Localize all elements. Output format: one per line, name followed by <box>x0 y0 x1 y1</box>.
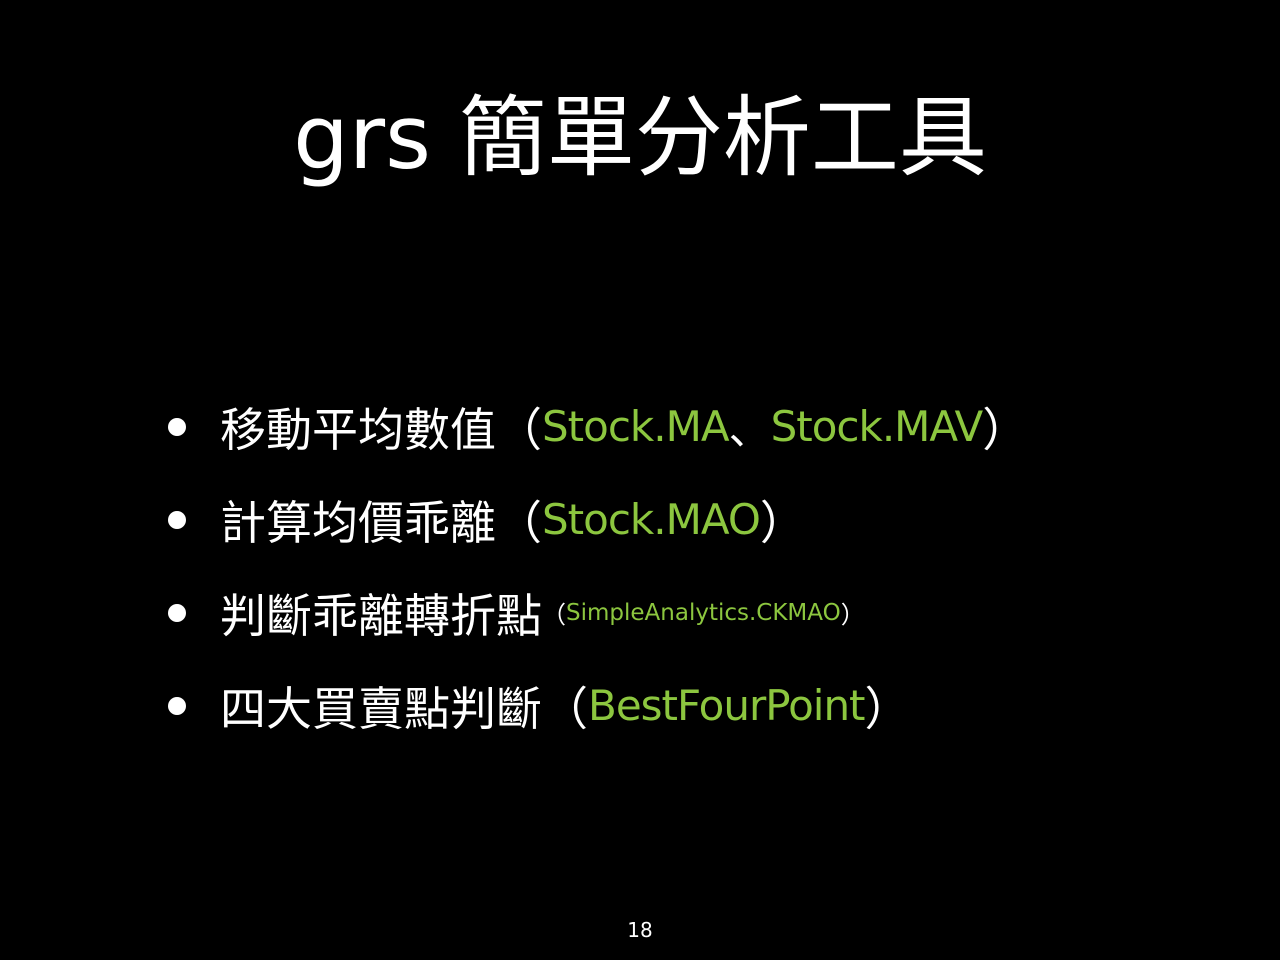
bullet-dot-icon <box>168 417 186 436</box>
bullet-text: 四大買賣點判斷 <box>220 681 542 736</box>
close-paren: ） <box>982 402 1029 457</box>
code-best-four-point: BestFourPoint <box>588 681 866 730</box>
close-paren: ） <box>840 601 865 629</box>
code-stock-mav: Stock.MAV <box>770 402 984 451</box>
code-stock-ma: Stock.MA <box>542 402 730 451</box>
bullet-item-price-deviation: 計算均價乖離 （ Stock.MAO ） <box>160 473 1260 566</box>
open-paren: （ <box>496 495 542 550</box>
open-paren: （ <box>542 681 588 736</box>
code-simple-analytics-ckmao: SimpleAnalytics.CKMAO <box>566 599 841 626</box>
slide: grs 簡單分析工具 移動平均數值 （ Stock.MA 、 Stock.MAV… <box>0 0 1280 960</box>
separator: 、 <box>728 405 771 454</box>
open-paren: （ <box>542 601 566 629</box>
slide-title: grs 簡單分析工具 <box>293 86 987 189</box>
bullet-item-turning-point: 判斷乖離轉折點 （ SimpleAnalytics.CKMAO ） <box>160 566 1260 659</box>
bullet-text: 計算均價乖離 <box>220 495 496 550</box>
bullet-list: 移動平均數值 （ Stock.MA 、 Stock.MAV ） 計算均價乖離 （… <box>160 380 1260 752</box>
bullet-text: 移動平均數值 <box>220 402 496 457</box>
close-paren: ） <box>759 495 806 550</box>
page-number: 18 <box>627 918 653 942</box>
close-paren: ） <box>864 681 911 736</box>
bullet-item-best-four-point: 四大買賣點判斷 （ BestFourPoint ） <box>160 659 1260 752</box>
bullet-dot-icon <box>168 696 186 715</box>
open-paren: （ <box>496 402 542 457</box>
bullet-dot-icon <box>168 510 186 529</box>
bullet-text: 判斷乖離轉折點 <box>220 588 542 643</box>
code-stock-mao: Stock.MAO <box>542 495 761 544</box>
bullet-item-moving-average: 移動平均數值 （ Stock.MA 、 Stock.MAV ） <box>160 380 1260 473</box>
bullet-dot-icon <box>168 603 186 622</box>
